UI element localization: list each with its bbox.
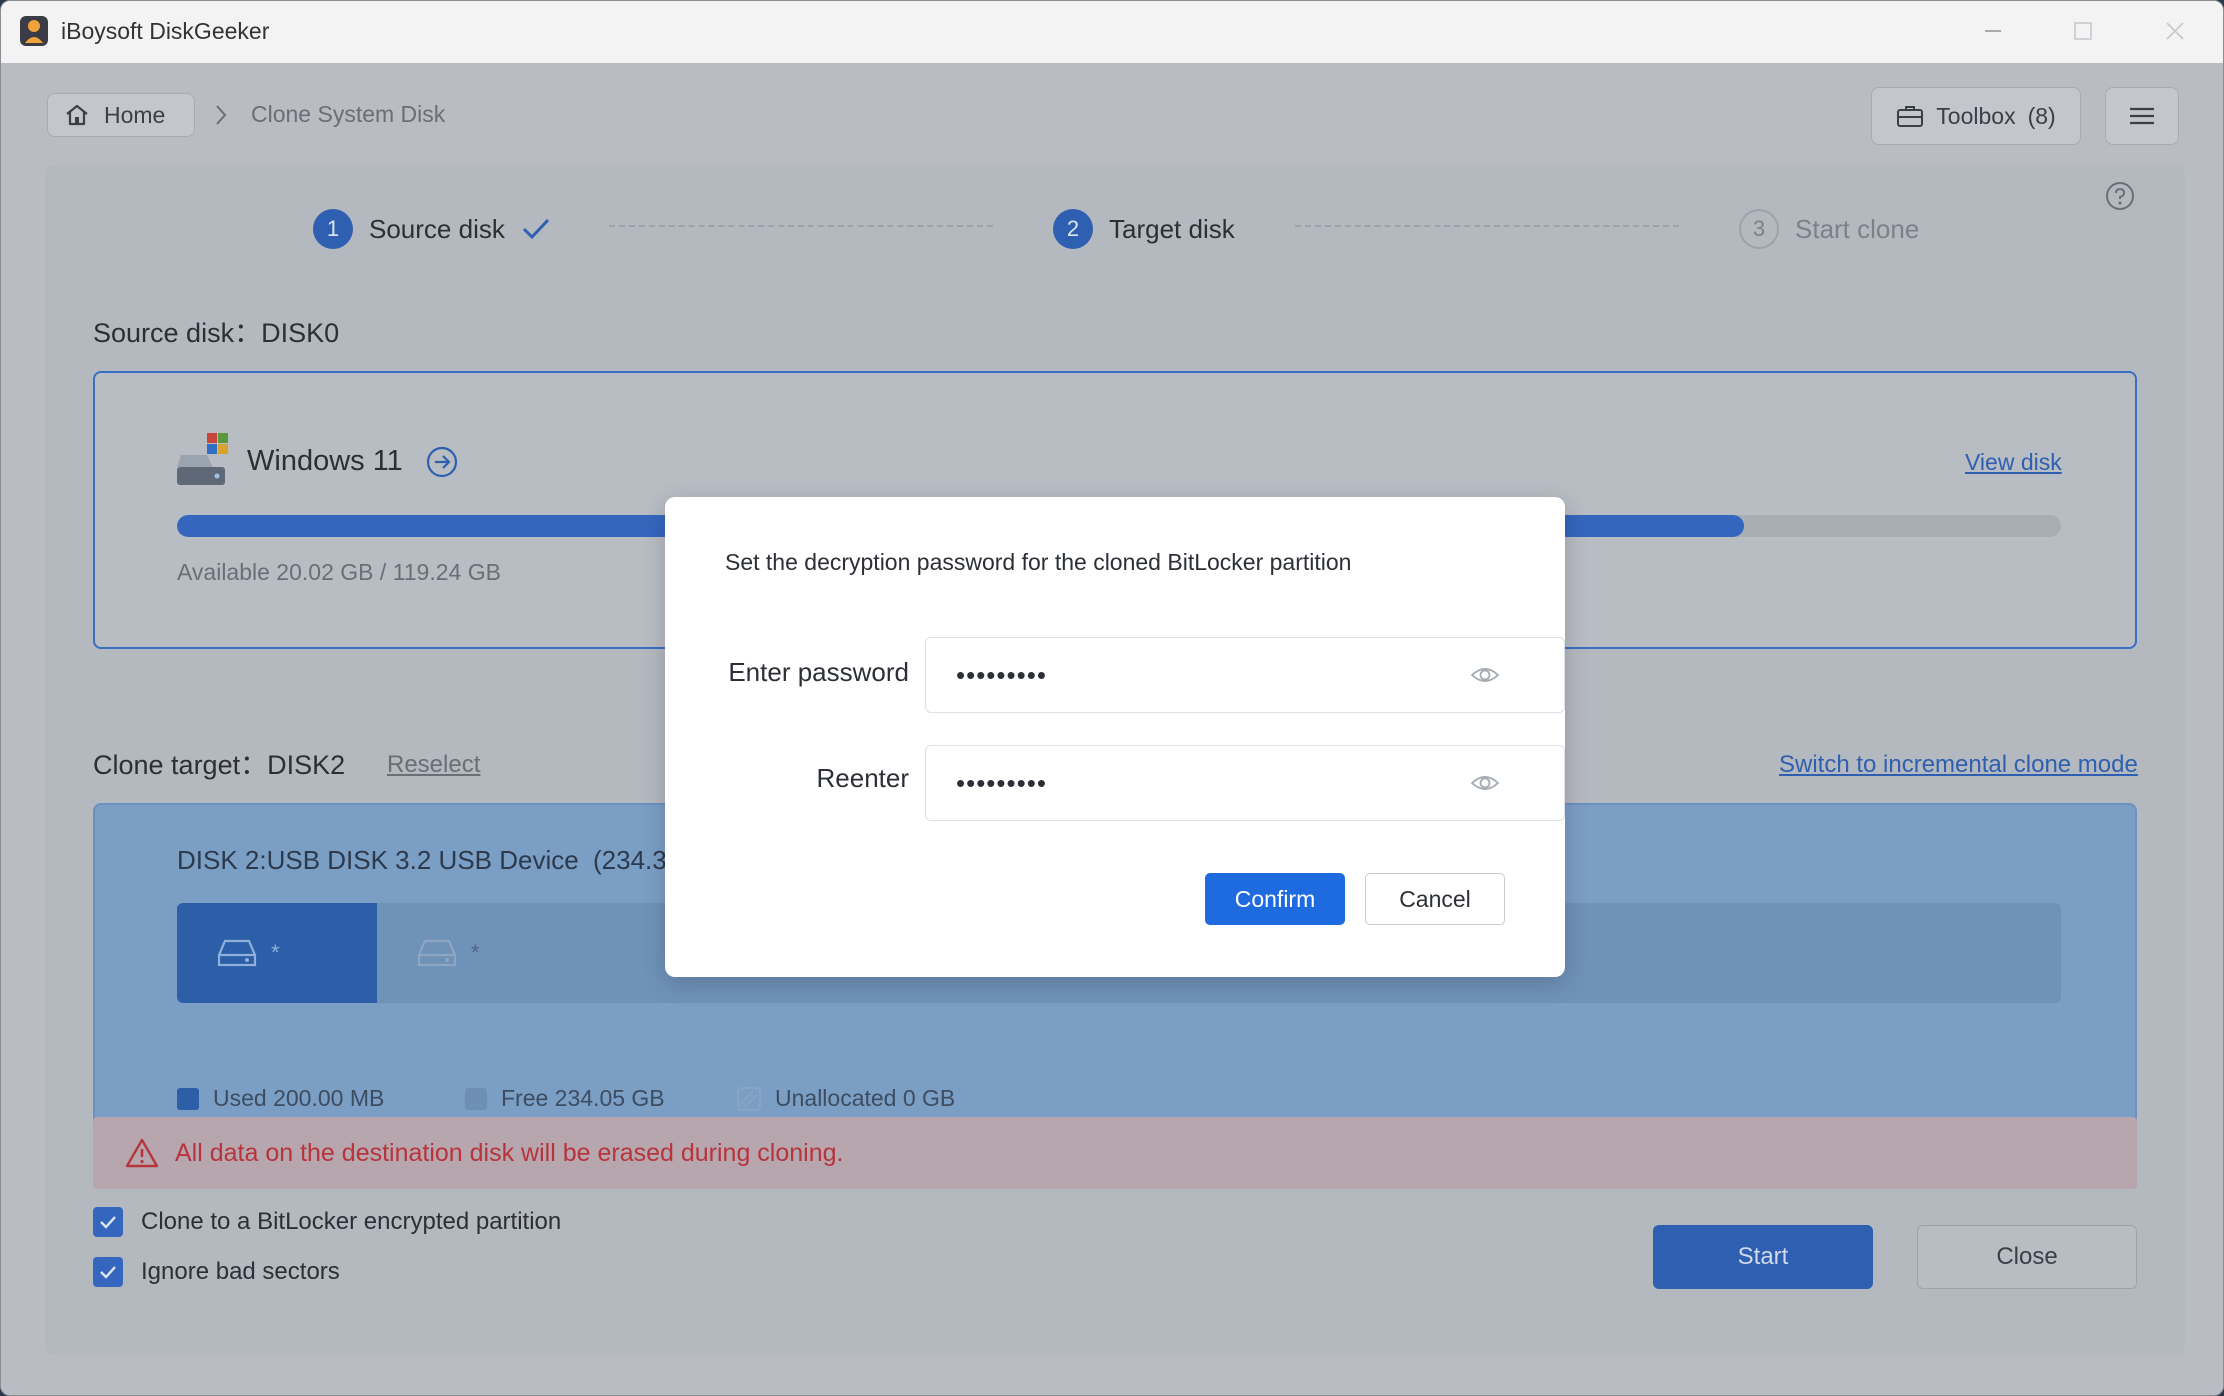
view-disk-link[interactable]: View disk <box>1965 449 2062 476</box>
partition-free-label: * <box>471 940 480 965</box>
home-button[interactable]: Home <box>47 93 195 137</box>
legend-unallocated-swatch <box>737 1086 761 1111</box>
dialog-title: Set the decryption password for the clon… <box>725 549 1352 575</box>
target-disk-title: DISK 2:USB DISK 3.2 USB Device <box>177 845 579 875</box>
main-content: Home Clone System Disk Toolbox (8) 1 Sou… <box>1 63 2223 1395</box>
ignore-bad-sectors-checkbox[interactable] <box>93 1257 123 1287</box>
password-value: ••••••••• <box>956 659 1047 690</box>
reenter-password-input[interactable]: ••••••••• <box>925 745 1565 821</box>
partition-free[interactable]: * <box>417 903 480 1003</box>
legend-unallocated-label: Unallocated 0 GB <box>775 1085 956 1111</box>
bitlocker-option[interactable]: Clone to a BitLocker encrypted partition <box>93 1207 561 1237</box>
clone-target-label: Clone target：DISK2 <box>93 750 346 780</box>
step-connector <box>609 225 993 227</box>
partition-used[interactable]: * <box>177 903 377 1003</box>
checkmark-icon <box>522 218 549 240</box>
partition-used-label: * <box>271 940 280 965</box>
step-connector <box>1295 225 1679 227</box>
cancel-button[interactable]: Cancel <box>1365 873 1505 925</box>
confirm-button[interactable]: Confirm <box>1205 873 1345 925</box>
app-window: iBoysoft DiskGeeker Home Clone System Di… <box>0 0 2224 1396</box>
step-label: Target disk <box>1109 213 1235 244</box>
step-number: 2 <box>1053 209 1093 249</box>
legend-unallocated: Unallocated 0 GB <box>737 1085 955 1112</box>
checkmark-icon <box>100 1266 116 1279</box>
windows-disk-icon <box>177 433 228 485</box>
warning-triangle-icon <box>125 1138 159 1168</box>
drive-icon <box>417 939 457 967</box>
step-target-disk: 2 Target disk <box>1053 209 1235 249</box>
start-button[interactable]: Start <box>1653 1225 1873 1289</box>
checkmark-icon <box>100 1216 116 1229</box>
app-logo-icon <box>20 16 48 46</box>
app-title: iBoysoft DiskGeeker <box>61 18 270 44</box>
bitlocker-label: Clone to a BitLocker encrypted partition <box>141 1208 562 1235</box>
menu-button[interactable] <box>2105 87 2179 145</box>
reenter-label: Reenter <box>816 763 910 793</box>
bitlocker-checkbox[interactable] <box>93 1207 123 1237</box>
hamburger-menu-icon <box>2130 107 2154 125</box>
toolbox-icon <box>1897 106 1924 127</box>
target-disk-size: (234.3 <box>593 845 667 875</box>
toolbox-button[interactable]: Toolbox (8) <box>1871 87 2081 145</box>
warning-text: All data on the destination disk will be… <box>175 1138 844 1167</box>
arrow-circle-right-icon[interactable] <box>425 445 459 479</box>
toolbox-count: (8) <box>2027 102 2056 129</box>
switch-incremental-link[interactable]: Switch to incremental clone mode <box>1779 751 2138 779</box>
step-label: Source disk <box>369 213 505 244</box>
reselect-link[interactable]: Reselect <box>387 751 480 779</box>
password-label: Enter password <box>728 657 909 687</box>
ignore-bad-sectors-option[interactable]: Ignore bad sectors <box>93 1257 340 1287</box>
password-input[interactable]: ••••••••• <box>925 637 1565 713</box>
minimize-button[interactable] <box>1963 13 2023 49</box>
bitlocker-password-dialog: Set the decryption password for the clon… <box>665 497 1565 977</box>
legend-used-label: Used 200.00 MB <box>213 1085 385 1111</box>
close-button[interactable]: Close <box>1917 1225 2137 1289</box>
erase-warning-banner: All data on the destination disk will be… <box>93 1117 2137 1189</box>
close-icon <box>2166 22 2184 40</box>
minimize-icon <box>1985 30 2001 32</box>
legend-used-swatch <box>177 1087 199 1110</box>
window-close-button[interactable] <box>2145 13 2205 49</box>
source-disk-label: Source disk：DISK0 <box>93 318 340 348</box>
legend-free: Free 234.05 GB <box>465 1085 665 1112</box>
step-label: Start clone <box>1795 213 1920 244</box>
eye-icon[interactable] <box>1470 662 1500 688</box>
help-icon[interactable] <box>2105 181 2135 211</box>
legend-used: Used 200.00 MB <box>177 1085 384 1112</box>
maximize-button[interactable] <box>2053 13 2113 49</box>
toolbox-label: Toolbox <box>1936 102 2016 129</box>
legend-free-swatch <box>465 1087 487 1110</box>
home-label: Home <box>104 101 166 128</box>
step-start-clone: 3 Start clone <box>1739 209 1919 249</box>
maximize-icon <box>2074 22 2092 40</box>
step-number: 1 <box>313 209 353 249</box>
step-number: 3 <box>1739 209 1779 249</box>
breadcrumb-current: Clone System Disk <box>251 101 446 127</box>
source-disk-name: Windows 11 <box>247 445 403 477</box>
source-available-text: Available 20.02 GB / 119.24 GB <box>177 559 501 585</box>
chevron-right-icon <box>216 105 227 125</box>
drive-icon <box>217 939 257 967</box>
reenter-value: ••••••••• <box>956 767 1047 798</box>
home-icon <box>66 104 88 126</box>
legend-free-label: Free 234.05 GB <box>501 1085 665 1111</box>
ignore-bad-sectors-label: Ignore bad sectors <box>141 1258 340 1285</box>
step-source-disk: 1 Source disk <box>313 209 551 249</box>
eye-icon[interactable] <box>1470 770 1500 796</box>
title-bar: iBoysoft DiskGeeker <box>1 1 2223 63</box>
